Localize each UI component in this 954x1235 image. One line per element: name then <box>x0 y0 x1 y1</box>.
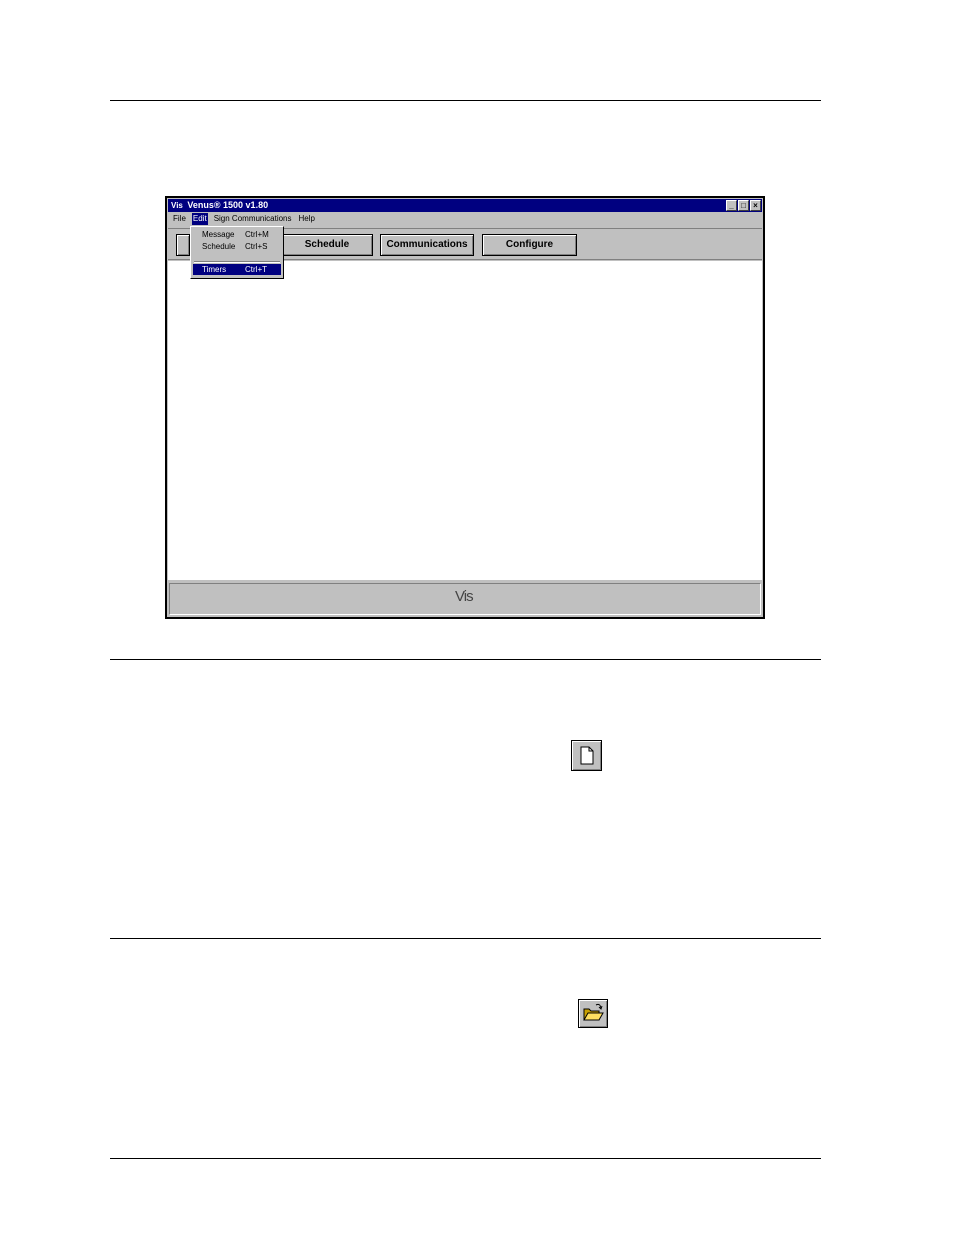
window-controls: _ □ × <box>726 200 761 211</box>
open-folder-icon <box>583 1003 604 1021</box>
menu-item-timers[interactable]: Timers Ctrl+T <box>193 264 281 275</box>
window-title: Venus® 1500 v1.80 <box>187 200 269 210</box>
section-rule-2 <box>110 938 821 939</box>
menu-item-shortcut: Ctrl+T <box>245 265 267 274</box>
menu-item-label: Schedule <box>202 242 236 251</box>
toolbar-button-hidden[interactable] <box>176 234 190 256</box>
menu-item-label: Timers <box>202 265 227 274</box>
new-file-button[interactable] <box>571 740 602 771</box>
menu-separator <box>194 261 280 263</box>
top-rule <box>110 100 821 101</box>
menu-item-message[interactable]: Message Ctrl+M <box>193 229 281 240</box>
app-window: Vis Venus® 1500 v1.80 _ □ × File Edit Si… <box>165 196 765 619</box>
configure-button[interactable]: Configure <box>482 234 577 256</box>
menu-sign-communications[interactable]: Sign Communications <box>213 213 293 225</box>
menu-file[interactable]: File <box>172 213 187 225</box>
app-logo: Vis <box>171 201 183 210</box>
client-area[interactable] <box>168 261 762 580</box>
communications-button[interactable]: Communications <box>380 234 474 256</box>
menu-item-shortcut: Ctrl+M <box>245 230 269 239</box>
title-bar[interactable]: Vis Venus® 1500 v1.80 _ □ × <box>168 199 762 212</box>
menu-bar: File Edit Sign Communications Help <box>168 213 762 225</box>
schedule-button[interactable]: Schedule <box>281 234 373 256</box>
open-file-button[interactable] <box>578 999 608 1028</box>
menu-item-label: Message <box>202 230 235 239</box>
new-file-icon <box>580 746 594 765</box>
status-logo: Vis <box>455 588 474 605</box>
edit-menu-dropdown: Message Ctrl+M Schedule Ctrl+S Timers Ct… <box>190 226 284 279</box>
menu-item-shortcut: Ctrl+S <box>245 242 268 251</box>
section-rule-1 <box>110 659 821 660</box>
maximize-button[interactable]: □ <box>738 200 749 211</box>
close-button[interactable]: × <box>750 200 761 211</box>
menu-help[interactable]: Help <box>298 213 316 225</box>
bottom-rule <box>110 1158 821 1159</box>
status-bar: Vis <box>169 583 761 615</box>
minimize-button[interactable]: _ <box>726 200 737 211</box>
menu-item-schedule[interactable]: Schedule Ctrl+S <box>193 241 281 252</box>
menu-edit[interactable]: Edit <box>191 213 208 225</box>
